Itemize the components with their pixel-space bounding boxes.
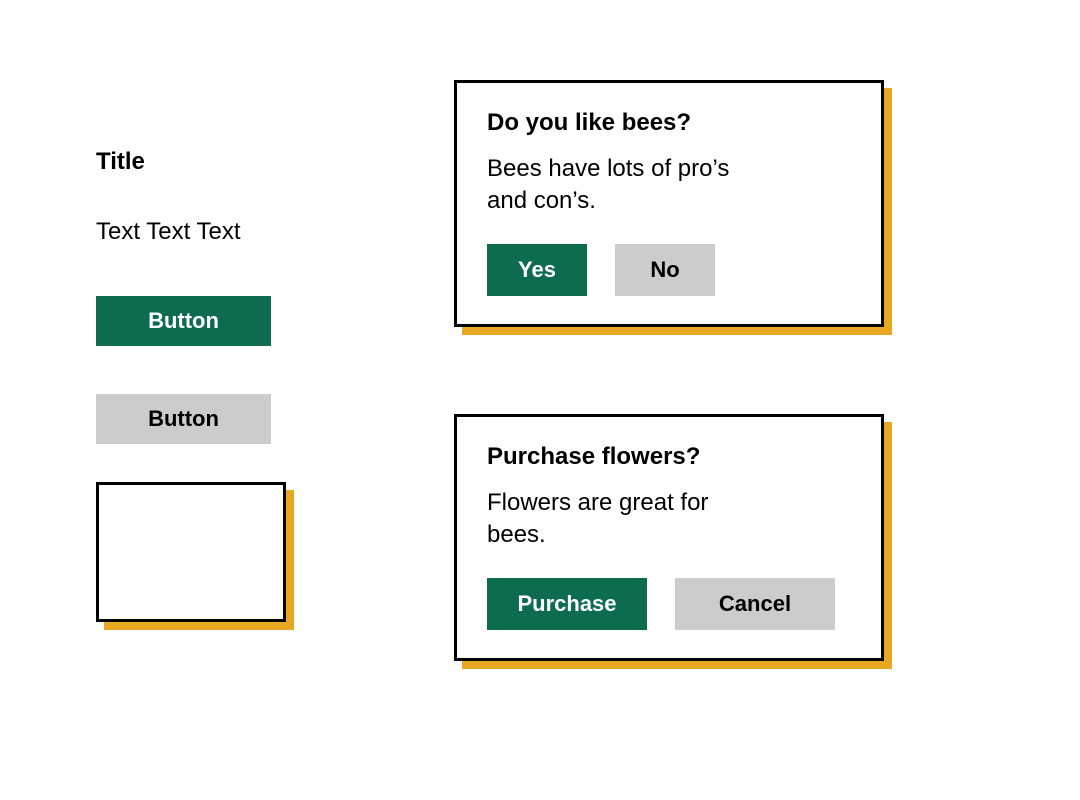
example-panel <box>96 482 286 622</box>
example-title: Title <box>96 148 145 176</box>
dialog-purchase-cancel-button[interactable]: Cancel <box>675 578 835 630</box>
dialog-bees: Do you like bees? Bees have lots of pro’… <box>454 80 884 327</box>
dialog-purchase-body: Flowers are great for bees. <box>487 487 767 552</box>
dialog-purchase-actions: Purchase Cancel <box>487 578 851 630</box>
dialog-bees-body: Bees have lots of pro’s and con’s. <box>487 153 767 218</box>
dialog-bees-actions: Yes No <box>487 244 851 296</box>
example-primary-button[interactable]: Button <box>96 296 271 346</box>
dialog-purchase: Purchase flowers? Flowers are great for … <box>454 414 884 661</box>
dialog-bees-yes-button[interactable]: Yes <box>487 244 587 296</box>
canvas: Title Text Text Text Button Button Do yo… <box>0 0 1080 800</box>
dialog-bees-title: Do you like bees? <box>487 109 851 137</box>
dialog-purchase-confirm-button[interactable]: Purchase <box>487 578 647 630</box>
example-body-text: Text Text Text <box>96 218 241 246</box>
example-secondary-button[interactable]: Button <box>96 394 271 444</box>
dialog-bees-no-button[interactable]: No <box>615 244 715 296</box>
dialog-purchase-title: Purchase flowers? <box>487 443 851 471</box>
